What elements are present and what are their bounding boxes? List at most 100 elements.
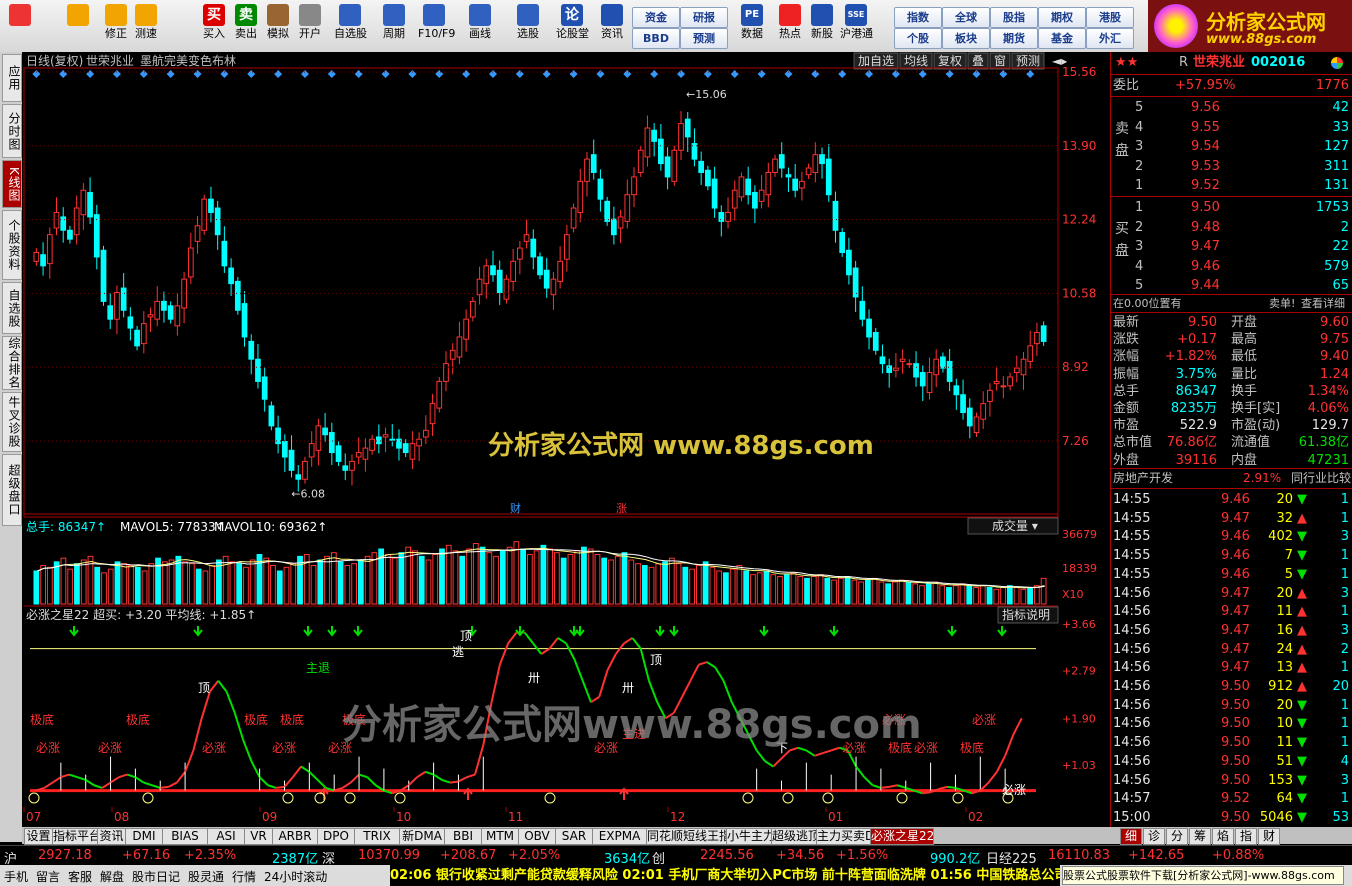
quick-link[interactable]: 客服 bbox=[68, 868, 92, 885]
industry-compare-link[interactable]: 同行业比较 bbox=[1291, 470, 1351, 487]
left-tab[interactable]: 超级盘口 bbox=[2, 454, 22, 526]
indicator-tab[interactable]: VR bbox=[244, 828, 273, 845]
stat-label: 市盈 bbox=[1113, 418, 1140, 434]
small-button[interactable]: 研报 bbox=[680, 7, 728, 28]
order-level-row[interactable]: 4 9.46 579 bbox=[1111, 258, 1352, 275]
grid-button[interactable] bbox=[4, 3, 36, 49]
indicator-tab[interactable]: 资讯 bbox=[97, 828, 126, 845]
indicator-tab[interactable]: EXPMA bbox=[592, 828, 647, 845]
order-level-row[interactable]: 1 9.50 1753 bbox=[1111, 199, 1352, 216]
order-level-row[interactable]: 5 9.56 42 bbox=[1111, 99, 1352, 116]
right-panel-tab[interactable]: 焰 bbox=[1212, 828, 1234, 845]
indicator-tab[interactable]: 新DMA bbox=[399, 828, 445, 845]
small-button[interactable]: 期权 bbox=[1038, 7, 1086, 28]
pe-button[interactable]: PE 数据 bbox=[736, 3, 768, 49]
sell-button[interactable]: 卖卖出 bbox=[230, 3, 262, 49]
hot-button[interactable]: 热点 bbox=[774, 3, 806, 49]
indicator-tab[interactable]: 必涨之星22 bbox=[870, 828, 934, 845]
left-tab[interactable]: 自选股 bbox=[2, 282, 22, 334]
small-button[interactable]: 外汇 bbox=[1086, 28, 1134, 49]
small-button[interactable]: 期货 bbox=[990, 28, 1038, 49]
indicator-tab[interactable]: DMI bbox=[125, 828, 163, 845]
small-button[interactable]: 全球 bbox=[942, 7, 990, 28]
indicator-tab[interactable]: OBV bbox=[518, 828, 556, 845]
forum-button[interactable]: 论论股堂 bbox=[556, 3, 589, 49]
news-ticker[interactable]: 02:06 银行收紧过剩产能贷款缓释风险 02:01 手机厂商大举切入PC市场 … bbox=[390, 865, 1060, 886]
quick-link[interactable]: 留言 bbox=[36, 868, 60, 885]
order-level-row[interactable]: 1 9.52 131 bbox=[1111, 177, 1352, 194]
quick-link[interactable]: 解盘 bbox=[100, 868, 124, 885]
quick-link[interactable]: 股市日记 bbox=[132, 868, 180, 885]
quick-link[interactable]: 24小时滚动 bbox=[264, 868, 327, 885]
order-level-row[interactable]: 4 9.55 33 bbox=[1111, 119, 1352, 136]
order-level-row[interactable]: 3 9.54 127 bbox=[1111, 138, 1352, 155]
small-button[interactable]: BBD bbox=[632, 28, 680, 49]
indicator-tab[interactable]: 小牛主力 bbox=[726, 828, 775, 845]
clock-button[interactable]: 测速 bbox=[130, 3, 162, 49]
indicator-tab[interactable]: 同花顺短线王指标 bbox=[646, 828, 743, 845]
small-button[interactable]: 港股 bbox=[1086, 7, 1134, 28]
indicator-tab[interactable]: BIAS bbox=[162, 828, 208, 845]
view-detail-link[interactable]: 查看详细 bbox=[1301, 295, 1345, 312]
indicator-tab[interactable]: 指标平台 bbox=[52, 828, 101, 845]
download-popup[interactable]: 股票公式股票软件下载[分析家公式网]-www.88gs.com bbox=[1062, 866, 1344, 885]
left-tab[interactable]: 分时图 bbox=[2, 104, 22, 158]
small-button[interactable]: 板块 bbox=[942, 28, 990, 49]
small-button[interactable]: 基金 bbox=[1038, 28, 1086, 49]
indicator-tab[interactable]: 设置 bbox=[24, 828, 53, 845]
left-tab[interactable]: 牛叉诊股 bbox=[2, 392, 22, 452]
select-stock-button[interactable]: 选股 bbox=[512, 3, 544, 49]
news-button[interactable]: 资讯 bbox=[596, 3, 628, 49]
quick-link[interactable]: 股灵通 bbox=[188, 868, 224, 885]
quick-link[interactable]: 行情 bbox=[232, 868, 256, 885]
up-down-button[interactable]: 修正 bbox=[100, 3, 132, 49]
right-panel-tab[interactable]: 指 bbox=[1235, 828, 1257, 845]
left-tab[interactable]: 综合排名 bbox=[2, 336, 22, 390]
indicator-tab[interactable]: SAR bbox=[555, 828, 593, 845]
hammer-button[interactable]: 模拟 bbox=[262, 3, 294, 49]
small-button[interactable]: 个股 bbox=[894, 28, 942, 49]
left-tab[interactable]: 应用 bbox=[2, 54, 22, 102]
indicator-tab[interactable]: DPO bbox=[317, 828, 355, 845]
buy-button[interactable]: 买买入 bbox=[198, 3, 230, 49]
candle-body bbox=[584, 158, 590, 182]
pie-icon[interactable] bbox=[1331, 57, 1343, 69]
right-panel-tab[interactable]: 财 bbox=[1258, 828, 1280, 845]
indicator-tab[interactable]: ARBR bbox=[272, 828, 318, 845]
right-panel-tab[interactable]: 细 bbox=[1120, 828, 1142, 845]
new-stock-button[interactable]: 新股 bbox=[806, 3, 838, 49]
lock-button[interactable]: 开户 bbox=[294, 3, 326, 49]
order-level-row[interactable]: 2 9.48 2 bbox=[1111, 219, 1352, 236]
order-level-row[interactable]: 2 9.53 311 bbox=[1111, 158, 1352, 175]
volume-bar bbox=[216, 559, 222, 605]
left-tab[interactable]: 个股资料 bbox=[2, 210, 22, 280]
small-button[interactable]: 股指 bbox=[990, 7, 1038, 28]
toolbar-label: 选股 bbox=[517, 27, 539, 40]
indicator-tab[interactable]: BBI bbox=[444, 828, 482, 845]
order-level-row[interactable]: 5 9.44 65 bbox=[1111, 277, 1352, 294]
shhk-button[interactable]: SSE 沪港通 bbox=[840, 3, 873, 49]
small-button[interactable]: 预测 bbox=[680, 28, 728, 49]
quick-link[interactable]: 手机 bbox=[4, 868, 28, 885]
right-panel-tab[interactable]: 分 bbox=[1166, 828, 1188, 845]
left-tab[interactable]: K线图 bbox=[2, 160, 22, 208]
small-button[interactable]: 指数 bbox=[894, 7, 942, 28]
right-panel-tab[interactable]: 诊 bbox=[1143, 828, 1165, 845]
right-panel-tab[interactable]: 筹 bbox=[1189, 828, 1211, 845]
back-arrow-button[interactable] bbox=[62, 3, 94, 49]
order-level-row[interactable]: 3 9.47 22 bbox=[1111, 238, 1352, 255]
f10-button[interactable]: F10/F9 bbox=[418, 3, 455, 49]
candle-body bbox=[671, 149, 678, 182]
indicator-tab[interactable]: ASI bbox=[207, 828, 245, 845]
indicator-tab[interactable]: 主力买卖D bbox=[816, 828, 874, 845]
indicator-tab[interactable]: TRIX bbox=[354, 828, 400, 845]
indicator-tab[interactable]: 超级逃顶 bbox=[771, 828, 820, 845]
pencil-button[interactable]: 画线 bbox=[464, 3, 496, 49]
cycle-button[interactable]: 周期 bbox=[378, 3, 410, 49]
candle-body bbox=[557, 260, 564, 282]
indicator-tab[interactable]: MTM bbox=[481, 828, 519, 845]
tick-row: 14:56 9.50 20 ▼ 1 bbox=[1111, 697, 1352, 714]
tick-count: 1 bbox=[1340, 716, 1349, 732]
star-button[interactable]: 自选股 bbox=[334, 3, 367, 49]
small-button[interactable]: 资金 bbox=[632, 7, 680, 28]
